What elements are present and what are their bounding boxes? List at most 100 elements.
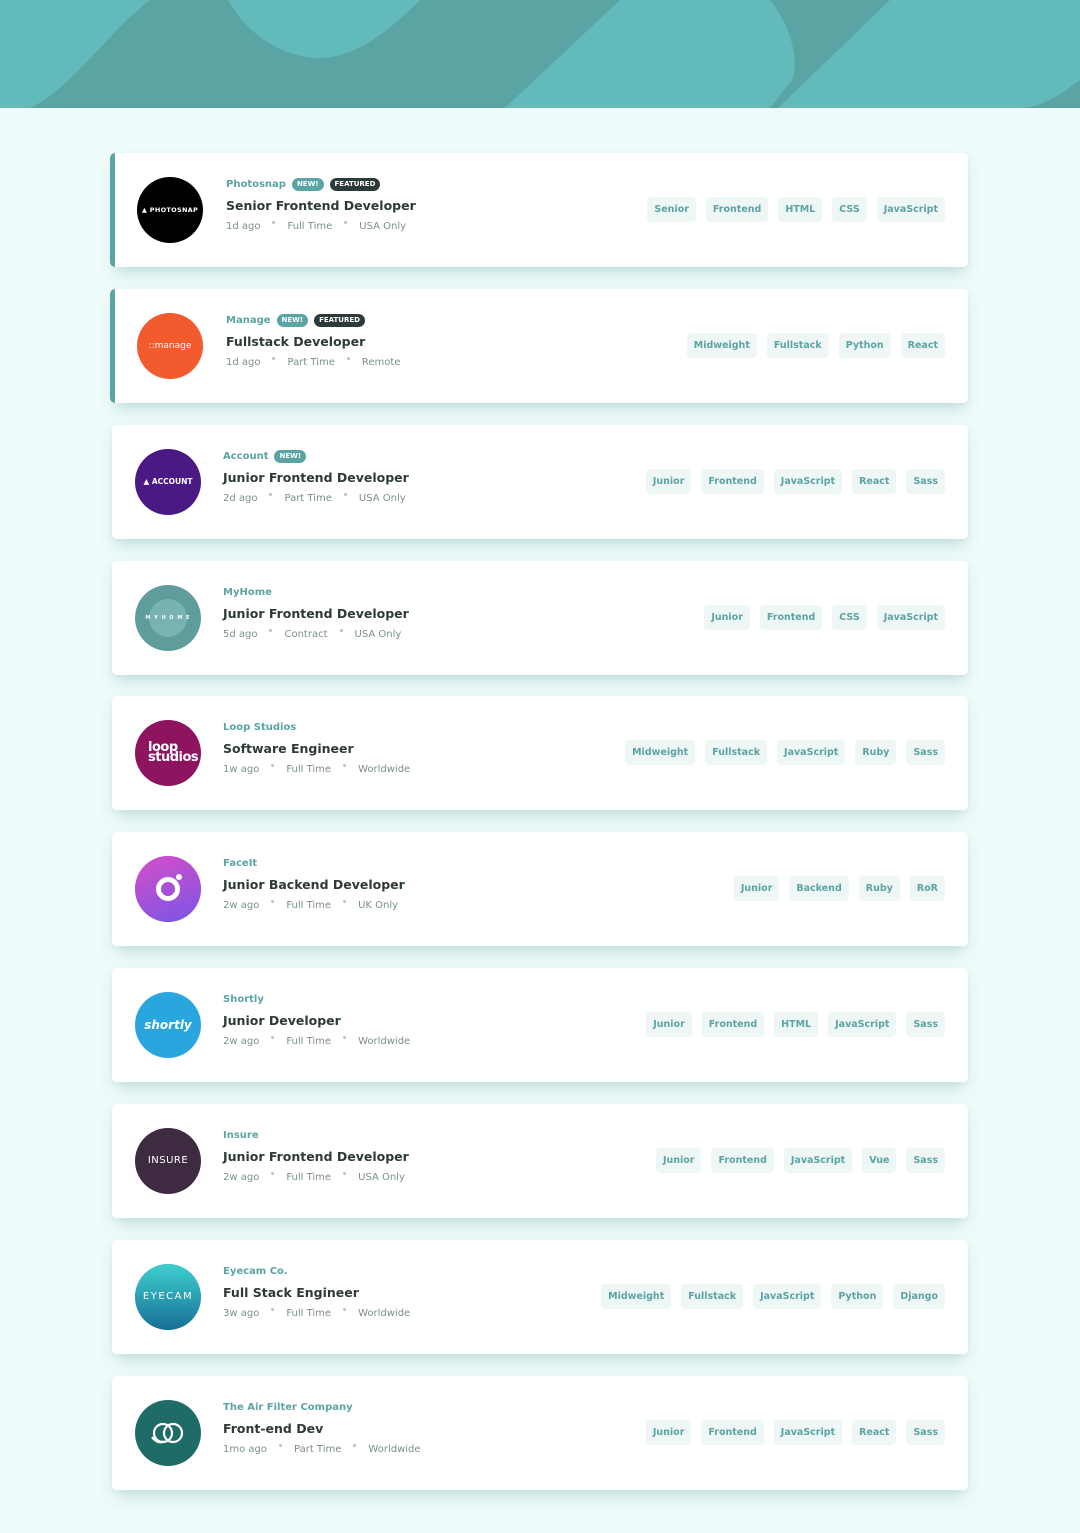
- job-info: Account NEW! Junior Frontend Developer 2…: [223, 448, 409, 504]
- filter-tag[interactable]: Python: [838, 333, 891, 358]
- logo-text: ▲ ACCOUNT: [143, 477, 193, 487]
- job-card[interactable]: loop studios Loop Studios Software Engin…: [112, 696, 968, 810]
- job-info: FaceIt Junior Backend Developer 2w ago F…: [223, 855, 405, 912]
- filter-tag[interactable]: CSS: [832, 197, 867, 222]
- separator-dot: [343, 1308, 347, 1311]
- shortly-logo-icon: shortly: [135, 992, 201, 1058]
- job-card[interactable]: INSURE Insure Junior Frontend Developer …: [112, 1104, 968, 1218]
- job-card[interactable]: The Air Filter Company Front-end Dev 1mo…: [112, 1376, 968, 1490]
- insure-logo-icon: INSURE: [135, 1128, 201, 1194]
- posted-at: 1mo ago: [223, 1444, 267, 1455]
- filter-tag[interactable]: Backend: [789, 876, 849, 901]
- filter-tag[interactable]: JavaScript: [773, 1420, 843, 1445]
- filter-tag[interactable]: Vue: [862, 1148, 897, 1173]
- separator-dot: [339, 629, 343, 632]
- posted-at: 5d ago: [223, 629, 258, 640]
- job-title-link[interactable]: Senior Frontend Developer: [226, 198, 416, 213]
- job-title-link[interactable]: Fullstack Developer: [226, 334, 400, 349]
- job-title-link[interactable]: Full Stack Engineer: [223, 1285, 410, 1300]
- job-title-link[interactable]: Junior Frontend Developer: [223, 606, 409, 621]
- filter-tag[interactable]: JavaScript: [777, 740, 846, 765]
- job-title-link[interactable]: Junior Backend Developer: [223, 877, 405, 892]
- job-title-link[interactable]: Junior Frontend Developer: [223, 1149, 409, 1164]
- job-title-link[interactable]: Junior Developer: [223, 1013, 410, 1028]
- filter-tag[interactable]: Sass: [906, 1012, 945, 1037]
- job-card[interactable]: ▲ ACCOUNT Account NEW! Junior Frontend D…: [112, 425, 968, 539]
- filter-tag[interactable]: Junior: [645, 469, 692, 494]
- job-meta: 1d ago Part Time Remote: [226, 357, 400, 368]
- filter-tag[interactable]: Sass: [906, 740, 945, 765]
- filter-tag[interactable]: JavaScript: [783, 1148, 853, 1173]
- filter-tag[interactable]: CSS: [832, 605, 867, 630]
- filter-tag[interactable]: Fullstack: [681, 1284, 744, 1309]
- filter-tag[interactable]: Frontend: [701, 1420, 764, 1445]
- filter-tag[interactable]: HTML: [774, 1012, 819, 1037]
- job-card[interactable]: ▲ PHOTOSNAP Photosnap NEW! FEATURED Senio…: [110, 153, 968, 267]
- filter-tag[interactable]: React: [900, 333, 945, 358]
- logo-text: EYECAM: [142, 1291, 194, 1302]
- filter-tag[interactable]: JavaScript: [753, 1284, 822, 1309]
- job-meta: 2w ago Full Time USA Only: [223, 1172, 409, 1183]
- job-card[interactable]: M Y H O M E MyHome Junior Frontend Devel…: [112, 561, 968, 675]
- job-location: USA Only: [354, 629, 402, 640]
- job-card[interactable]: FaceIt Junior Backend Developer 2w ago F…: [112, 832, 968, 946]
- job-title-link[interactable]: Junior Frontend Developer: [223, 470, 409, 485]
- filter-tag[interactable]: Sass: [906, 469, 945, 494]
- filter-tag[interactable]: Ruby: [858, 876, 900, 901]
- contract-type: Full Time: [286, 1308, 332, 1319]
- job-location: USA Only: [358, 493, 406, 504]
- contract-type: Part Time: [294, 1444, 342, 1455]
- separator-dot: [343, 900, 347, 903]
- filter-tag[interactable]: Midweight: [601, 1284, 672, 1309]
- filter-tag[interactable]: Frontend: [701, 1012, 765, 1037]
- filter-tag[interactable]: Fullstack: [766, 333, 829, 358]
- filter-tag[interactable]: JavaScript: [876, 197, 945, 222]
- filter-tag[interactable]: Sass: [906, 1148, 945, 1173]
- posted-at: 1d ago: [226, 221, 261, 232]
- filter-tag[interactable]: React: [852, 1420, 897, 1445]
- filter-tag[interactable]: JavaScript: [773, 469, 843, 494]
- filter-tag[interactable]: Junior: [646, 1012, 692, 1037]
- separator-dot: [271, 1036, 275, 1039]
- filter-tag[interactable]: JavaScript: [828, 1012, 897, 1037]
- filter-tag[interactable]: Junior: [655, 1148, 702, 1173]
- filter-tag[interactable]: Senior: [647, 197, 696, 222]
- loop-studios-logo-icon: loop studios: [135, 720, 201, 786]
- job-meta: 1d ago Full Time USA Only: [226, 221, 416, 232]
- filter-tag[interactable]: Midweight: [686, 333, 757, 358]
- job-meta: 1w ago Full Time Worldwide: [223, 764, 410, 775]
- job-card[interactable]: EYECAM Eyecam Co. Full Stack Engineer 3w…: [112, 1240, 968, 1354]
- contract-type: Full Time: [286, 1172, 332, 1183]
- filter-tag[interactable]: Junior: [645, 1420, 692, 1445]
- filter-tag[interactable]: Frontend: [711, 1148, 774, 1173]
- separator-dot: [343, 1036, 347, 1039]
- job-info: Photosnap NEW! FEATURED Senior Frontend D…: [226, 176, 416, 232]
- filter-tag[interactable]: Sass: [906, 1420, 945, 1445]
- filter-tag[interactable]: Frontend: [701, 469, 764, 494]
- filter-tag[interactable]: Junior: [733, 876, 780, 901]
- filter-tag[interactable]: Midweight: [625, 740, 696, 765]
- filter-tag[interactable]: Frontend: [705, 197, 769, 222]
- tag-list: Junior Frontend HTML JavaScript Sass: [646, 1012, 945, 1037]
- filter-tag[interactable]: Python: [831, 1284, 884, 1309]
- featured-badge: FEATURED: [314, 313, 365, 327]
- job-card[interactable]: ::manage Manage NEW! FEATURED Fullstack D…: [110, 289, 968, 403]
- filter-tag[interactable]: Django: [893, 1284, 945, 1309]
- job-title-link[interactable]: Front-end Dev: [223, 1421, 421, 1436]
- filter-tag[interactable]: Junior: [704, 605, 750, 630]
- tag-list: Midweight Fullstack Python React: [686, 333, 945, 358]
- filter-tag[interactable]: RoR: [909, 876, 945, 901]
- job-title-link[interactable]: Software Engineer: [223, 741, 410, 756]
- filter-tag[interactable]: Ruby: [855, 740, 897, 765]
- new-badge: NEW!: [274, 449, 307, 463]
- job-info: Eyecam Co. Full Stack Engineer 3w ago Fu…: [223, 1263, 411, 1320]
- filter-tag[interactable]: JavaScript: [876, 605, 945, 630]
- job-card[interactable]: shortly Shortly Junior Developer 2w ago …: [112, 968, 968, 1082]
- filter-tag[interactable]: Fullstack: [705, 740, 768, 765]
- job-location: Worldwide: [358, 1308, 411, 1319]
- tag-list: Midweight Fullstack JavaScript Python Django: [601, 1284, 945, 1309]
- contract-type: Full Time: [286, 1036, 332, 1047]
- filter-tag[interactable]: HTML: [778, 197, 823, 222]
- filter-tag[interactable]: React: [852, 469, 897, 494]
- filter-tag[interactable]: Frontend: [759, 605, 823, 630]
